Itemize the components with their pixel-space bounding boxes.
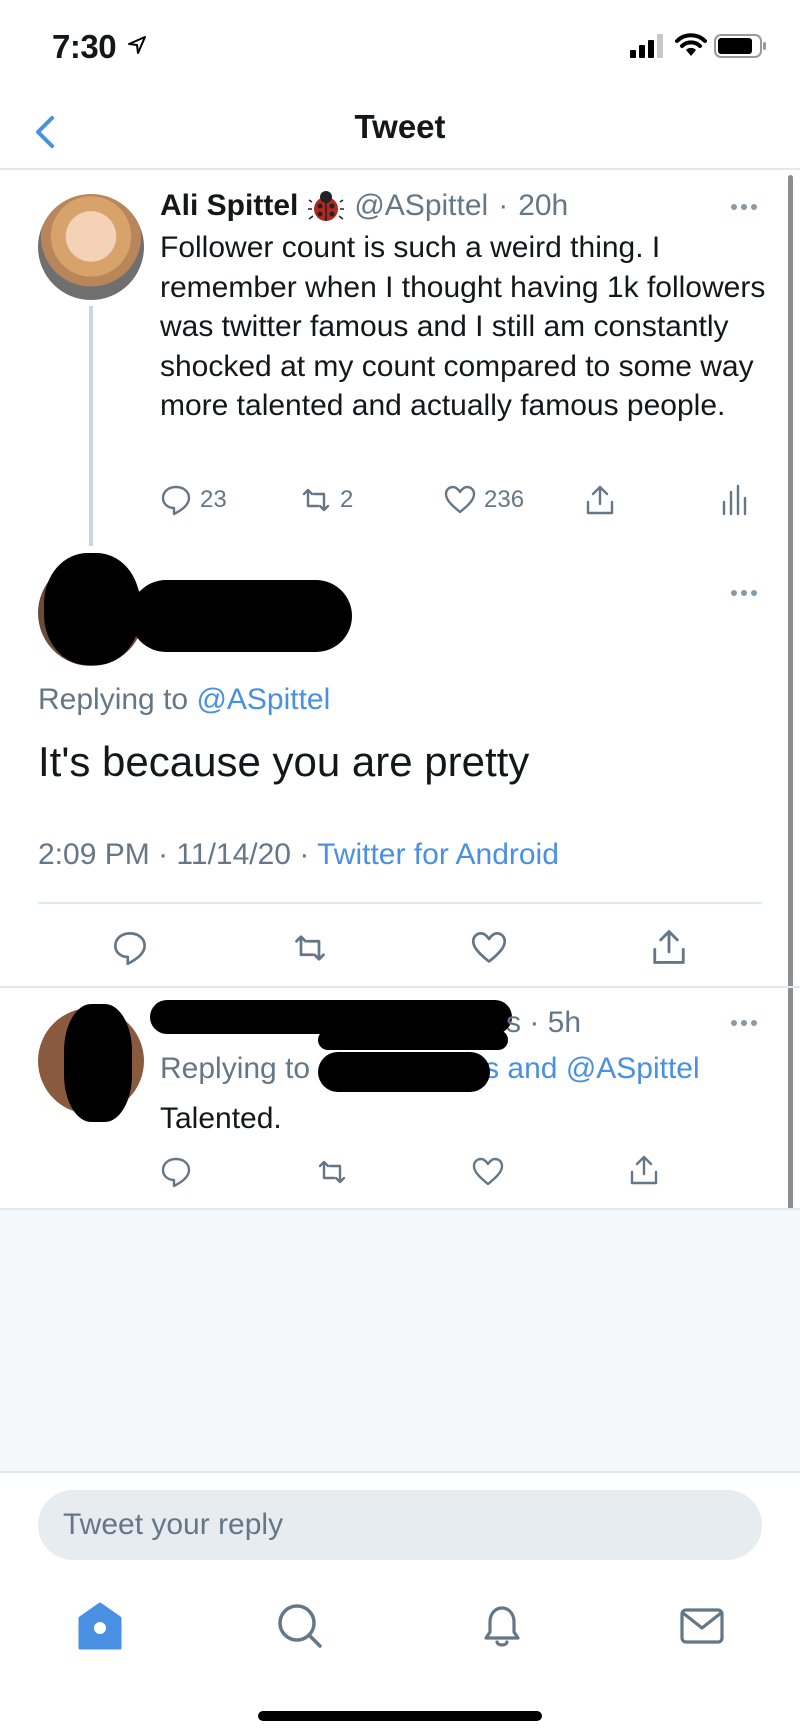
tweet-header: Ali Spittel @ASpittel · 20h — [160, 188, 568, 224]
retweet-button[interactable] — [316, 1156, 348, 1188]
reply-count: 23 — [200, 486, 227, 513]
more-options-icon[interactable] — [731, 1020, 761, 1030]
nav-bar: Tweet — [0, 96, 800, 170]
retweet-icon — [318, 1160, 346, 1184]
bar-chart-icon — [722, 484, 747, 516]
heart-icon — [444, 485, 476, 514]
more-options-icon[interactable] — [731, 590, 761, 600]
separator: · — [158, 838, 169, 871]
analytics-button[interactable] — [718, 484, 750, 516]
tweet-time: 2:09 PM — [38, 838, 150, 871]
scrollbar[interactable] — [788, 175, 793, 1240]
page-title: Tweet — [354, 108, 446, 145]
like-count: 236 — [484, 486, 525, 513]
share-button[interactable] — [628, 1154, 660, 1186]
thread-line — [89, 306, 93, 546]
redaction-scribble — [318, 1052, 490, 1092]
replying-to: Replying to @ASpittel — [38, 683, 330, 717]
speech-bubble-icon — [161, 1157, 191, 1188]
share-icon — [586, 485, 614, 515]
separator: · — [299, 838, 310, 871]
tweet-meta: 2:09 PM · 11/14/20 · Twitter for Android — [38, 838, 559, 872]
empty-background — [0, 1208, 800, 1471]
redaction-scribble — [130, 580, 352, 652]
redaction-scribble — [64, 1004, 132, 1122]
tweet-text: Follower count is such a weird thing. I … — [160, 231, 766, 422]
speech-bubble-icon — [114, 932, 146, 966]
search-icon[interactable] — [270, 1596, 330, 1656]
wifi-icon — [675, 33, 707, 56]
tweet-age: s · 5h — [506, 1006, 582, 1039]
separator: · — [498, 189, 509, 222]
bottom-bar — [0, 1471, 800, 1731]
retweet-icon — [295, 935, 325, 961]
status-bar: 7:30 — [0, 0, 800, 96]
author-handle[interactable]: @ASpittel — [354, 189, 488, 223]
heart-icon — [471, 932, 507, 963]
reply-button[interactable]: 23 — [160, 484, 227, 516]
share-button[interactable] — [584, 484, 616, 516]
author-name[interactable]: Ali Spittel — [160, 189, 298, 223]
tweet-date: 11/14/20 — [176, 838, 291, 871]
redaction-scribble — [150, 1000, 512, 1034]
ladybug-icon — [308, 191, 345, 221]
retweet-button[interactable]: 2 — [300, 484, 353, 516]
cellular-signal-icon — [630, 34, 663, 58]
retweet-button[interactable] — [290, 930, 330, 966]
retweet-icon — [302, 488, 330, 512]
bell-icon[interactable] — [472, 1596, 532, 1656]
redaction-scribble — [318, 1030, 508, 1050]
home-icon[interactable] — [70, 1596, 130, 1656]
redaction-scribble — [44, 553, 140, 665]
share-icon — [630, 1155, 658, 1185]
divider — [0, 986, 800, 988]
reply-button[interactable] — [112, 930, 148, 966]
reply-input[interactable] — [38, 1490, 762, 1560]
tweet-age: 20h — [518, 189, 569, 222]
share-button[interactable] — [650, 928, 688, 966]
heart-icon — [472, 1157, 504, 1186]
status-time: 7:30 — [52, 28, 117, 65]
reply-button[interactable] — [160, 1156, 192, 1188]
replying-handle-link[interactable]: s and @ASpittel — [484, 1052, 700, 1085]
tweet-text: It's because you are pretty — [38, 738, 530, 785]
like-button[interactable]: 236 — [444, 484, 524, 516]
battery-icon — [714, 34, 766, 58]
tweet-text: Talented. — [160, 1102, 282, 1135]
share-icon — [653, 930, 685, 964]
replying-prefix: Replying to — [38, 683, 189, 716]
avatar[interactable] — [38, 194, 144, 300]
mail-icon[interactable] — [672, 1596, 732, 1656]
home-indicator[interactable] — [258, 1711, 542, 1721]
tweet-source-link[interactable]: Twitter for Android — [317, 838, 559, 871]
location-arrow-icon — [128, 36, 146, 54]
replying-handle-link[interactable]: @ASpittel — [196, 683, 330, 716]
like-button[interactable] — [470, 930, 508, 966]
divider — [38, 902, 762, 904]
like-button[interactable] — [472, 1156, 504, 1188]
replying-prefix: Replying to — [160, 1052, 311, 1085]
retweet-count: 2 — [340, 486, 354, 513]
more-options-icon[interactable] — [731, 204, 761, 214]
speech-bubble-icon — [161, 485, 191, 516]
